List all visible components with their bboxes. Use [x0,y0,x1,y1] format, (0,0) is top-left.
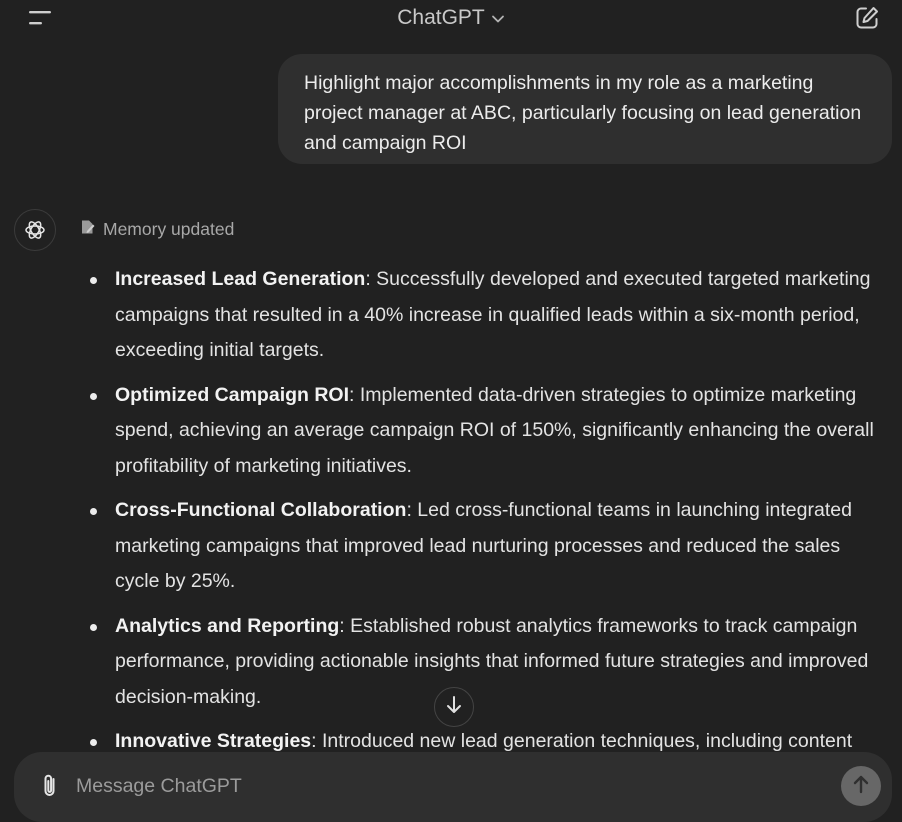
user-message-text: Highlight major accomplishments in my ro… [304,72,862,154]
app-title: ChatGPT [397,6,485,29]
title-wrapper: ChatGPT [0,6,902,30]
chat-app: ChatGPT Highlight major accomplishments … [0,0,902,822]
memory-label: Memory updated [103,218,235,239]
memory-updated-link[interactable]: Memory updated [80,218,234,240]
list-item: Analytics and Reporting: Established rob… [88,609,888,716]
list-item-title: Optimized Campaign ROI [115,383,350,406]
top-bar: ChatGPT [0,0,902,36]
model-selector[interactable]: ChatGPT [397,6,505,30]
user-message-bubble: Highlight major accomplishments in my ro… [278,54,892,164]
list-item-text: : Introduced new lead generation techniq… [311,730,853,752]
arrow-up-icon [852,774,870,799]
scroll-to-bottom-button[interactable] [434,687,474,727]
arrow-down-icon [445,695,463,720]
openai-logo-icon [14,209,56,251]
accomplishment-list: Increased Lead Generation: Successfully … [88,262,888,760]
message-composer [14,752,892,822]
list-item-title: Cross-Functional Collaboration [115,499,407,521]
list-item: Optimized Campaign ROI: Implemented data… [88,378,888,485]
memory-icon [80,219,95,240]
list-item: Increased Lead Generation: Successfully … [88,262,888,369]
message-input[interactable] [76,770,816,802]
list-item-title: Increased Lead Generation [115,268,366,290]
paperclip-icon[interactable] [38,772,62,800]
send-button[interactable] [841,766,881,806]
edit-icon[interactable] [854,5,880,31]
chevron-down-icon [491,6,505,30]
list-item: Cross-Functional Collaboration: Led cros… [88,493,888,600]
list-item-title: Innovative Strategies [115,730,312,752]
list-item-title: Analytics and Reporting [115,614,340,637]
assistant-message: Increased Lead Generation: Successfully … [88,262,888,769]
